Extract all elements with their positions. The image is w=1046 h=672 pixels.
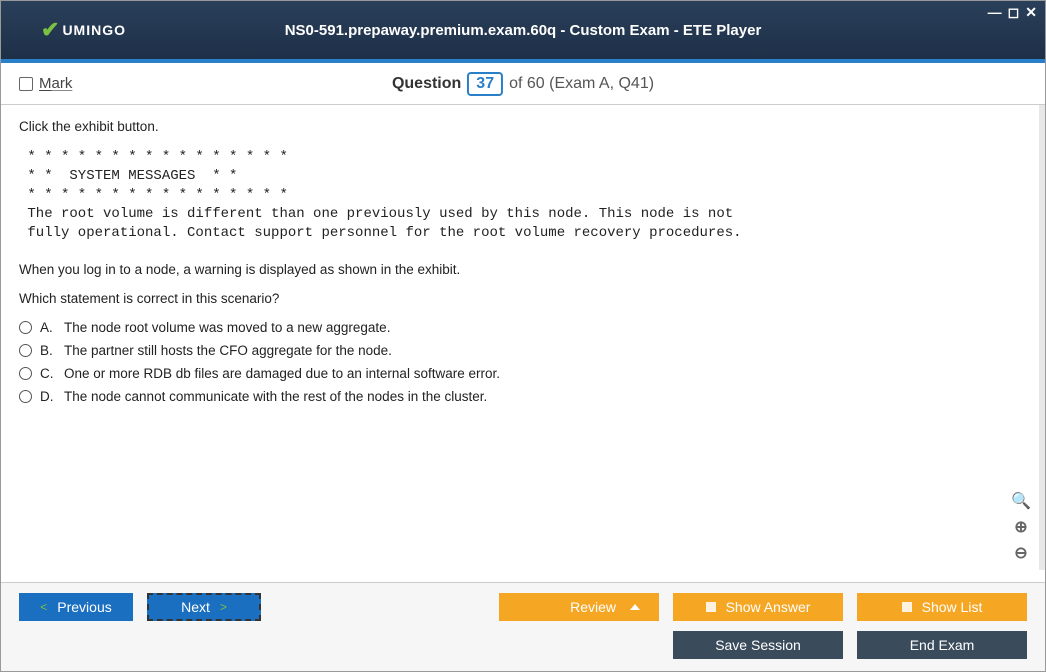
end-exam-button[interactable]: End Exam (857, 631, 1027, 659)
square-icon (706, 602, 716, 612)
radio-icon[interactable] (19, 344, 32, 357)
app-logo: ✔ UMINGO (41, 17, 126, 43)
question-header: Mark Question 37 of 60 (Exam A, Q41) (1, 63, 1045, 105)
mark-checkbox[interactable] (19, 77, 33, 91)
show-answer-label: Show Answer (726, 599, 811, 615)
exhibit-block: * * * * * * * * * * * * * * * * * * SYST… (19, 148, 1021, 242)
review-label: Review (570, 599, 616, 615)
window-title: NS0-591.prepaway.premium.exam.60q - Cust… (285, 22, 762, 39)
option-letter: A. (40, 320, 56, 335)
option-text: The node root volume was moved to a new … (64, 320, 390, 335)
option-text: The node cannot communicate with the res… (64, 389, 487, 404)
save-session-button[interactable]: Save Session (673, 631, 843, 659)
radio-icon[interactable] (19, 390, 32, 403)
question-word: Question (392, 75, 461, 93)
review-button[interactable]: Review (499, 593, 659, 621)
question-of-text: of 60 (Exam A, Q41) (509, 75, 654, 93)
question-text: Which statement is correct in this scena… (19, 291, 1021, 306)
search-icon[interactable]: 🔍 (1011, 491, 1031, 511)
save-session-label: Save Session (715, 637, 801, 653)
question-content: Click the exhibit button. * * * * * * * … (1, 105, 1045, 570)
show-answer-button[interactable]: Show Answer (673, 593, 843, 621)
end-exam-label: End Exam (910, 637, 975, 653)
previous-label: Previous (57, 599, 111, 615)
instruction-text: Click the exhibit button. (19, 119, 1021, 134)
zoom-controls: 🔍 ⊕ ⊖ (1011, 491, 1031, 563)
question-number: 37 (467, 72, 503, 96)
previous-button[interactable]: < Previous (19, 593, 133, 621)
close-icon[interactable]: ✕ (1025, 4, 1037, 21)
question-indicator: Question 37 of 60 (Exam A, Q41) (392, 72, 654, 96)
options-list: A. The node root volume was moved to a n… (19, 320, 1021, 404)
titlebar: ✔ UMINGO NS0-591.prepaway.premium.exam.6… (1, 1, 1045, 63)
option-letter: C. (40, 366, 56, 381)
minimize-icon[interactable]: — (988, 4, 1002, 21)
next-label: Next (181, 599, 210, 615)
radio-icon[interactable] (19, 321, 32, 334)
scenario-text: When you log in to a node, a warning is … (19, 262, 1021, 277)
option-d[interactable]: D. The node cannot communicate with the … (19, 389, 1021, 404)
square-icon (902, 602, 912, 612)
next-button[interactable]: Next > (147, 593, 261, 621)
radio-icon[interactable] (19, 367, 32, 380)
option-a[interactable]: A. The node root volume was moved to a n… (19, 320, 1021, 335)
option-letter: B. (40, 343, 56, 358)
maximize-icon[interactable]: ◻ (1008, 4, 1020, 21)
brand-text: UMINGO (62, 22, 126, 38)
footer: < Previous Next > Review Show Answer Sho… (1, 582, 1045, 671)
triangle-up-icon (630, 604, 640, 610)
window-controls: — ◻ ✕ (988, 4, 1037, 21)
zoom-in-icon[interactable]: ⊕ (1011, 517, 1031, 537)
zoom-out-icon[interactable]: ⊖ (1011, 543, 1031, 563)
option-b[interactable]: B. The partner still hosts the CFO aggre… (19, 343, 1021, 358)
show-list-label: Show List (922, 599, 983, 615)
logo-check-icon: ✔ (41, 17, 60, 43)
mark-label: Mark (39, 75, 72, 92)
option-text: The partner still hosts the CFO aggregat… (64, 343, 392, 358)
option-letter: D. (40, 389, 56, 404)
option-c[interactable]: C. One or more RDB db files are damaged … (19, 366, 1021, 381)
show-list-button[interactable]: Show List (857, 593, 1027, 621)
chevron-right-icon: > (220, 600, 227, 614)
chevron-left-icon: < (40, 600, 47, 614)
mark-checkbox-wrap[interactable]: Mark (19, 75, 72, 92)
option-text: One or more RDB db files are damaged due… (64, 366, 500, 381)
